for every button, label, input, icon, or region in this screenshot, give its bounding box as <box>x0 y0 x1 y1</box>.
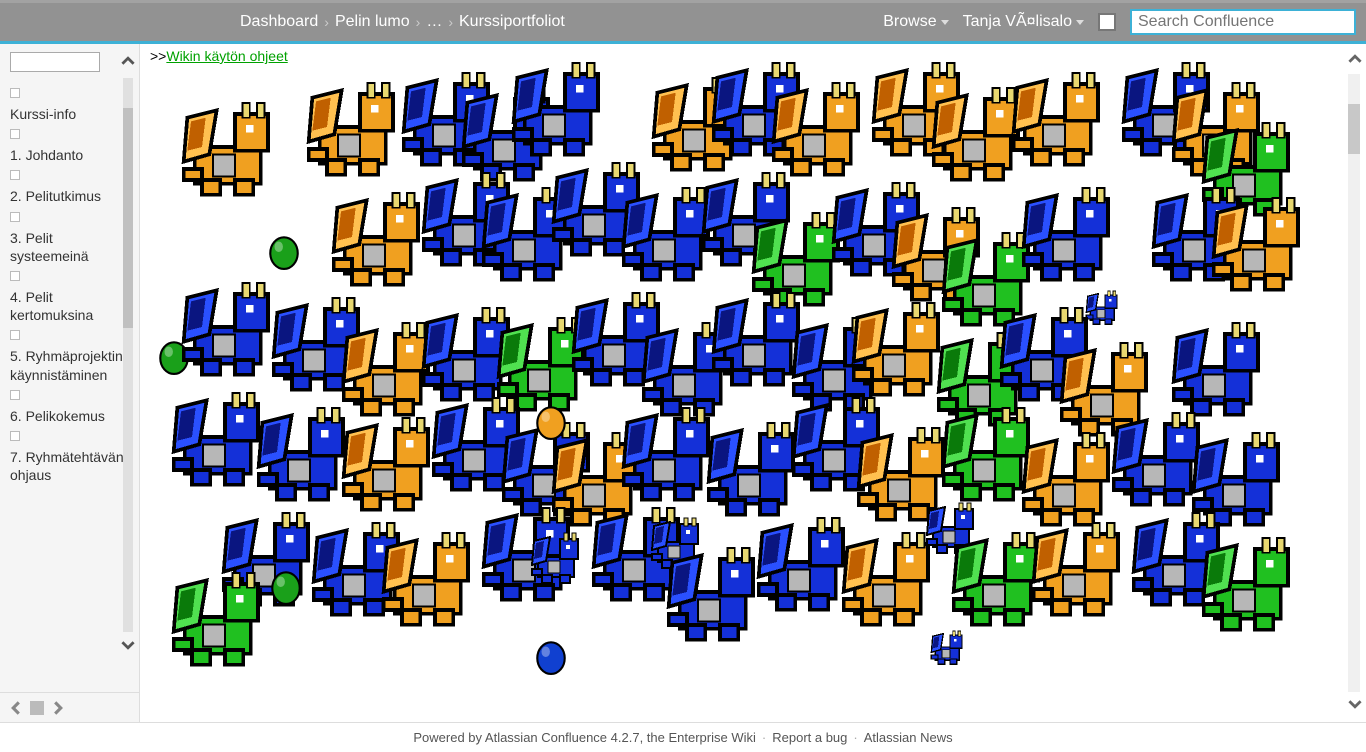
dragon-sprite[interactable] <box>1200 527 1310 637</box>
tree-toggle-icon[interactable] <box>10 390 20 400</box>
dragon-sprite[interactable] <box>170 562 280 672</box>
breadcrumb-ellipsis[interactable]: … <box>426 13 442 31</box>
sidebar-item: 2. Pelitutkimus <box>10 170 133 205</box>
sidebar-search-input[interactable] <box>10 52 100 72</box>
footer-powered-prefix: Powered by <box>413 730 485 745</box>
sidebar-item-link[interactable]: 7. Ryhmätehtävän ohjaus <box>10 448 133 484</box>
dragon-sprite[interactable] <box>305 72 415 182</box>
link-prefix: >> <box>150 48 166 64</box>
browse-label: Browse <box>883 13 936 31</box>
sidebar-items: Kurssi-info 1. Johdanto 2. Pelitutkimus 3. … <box>10 88 133 484</box>
topbar-right: Browse Tanja VÃ¤lisalo <box>883 9 1356 35</box>
footer-news-link[interactable]: Atlassian News <box>864 730 953 745</box>
dragon-sprite[interactable] <box>180 92 290 202</box>
chevron-right-icon: › <box>324 14 329 30</box>
browse-menu[interactable]: Browse <box>883 13 948 31</box>
search-input[interactable] <box>1130 9 1356 35</box>
history-back-button[interactable] <box>8 700 24 716</box>
breadcrumb-space[interactable]: Pelin lumo <box>335 13 410 31</box>
separator-dot: · <box>853 730 857 745</box>
sidebar-item-link[interactable]: 5. Ryhmäprojektin käynnistäminen <box>10 347 133 383</box>
sidebar-item-link[interactable]: 3. Pelit systeemeinä <box>10 229 133 265</box>
wiki-help-link[interactable]: Wikin käytön ohjeet <box>166 48 287 64</box>
chevron-right-icon: › <box>416 14 421 30</box>
breadcrumbs: Dashboard › Pelin lumo › … › Kurssiportf… <box>240 13 565 31</box>
chevron-down-icon <box>1076 20 1084 25</box>
sidebar-item: 4. Pelit kertomuksina <box>10 271 133 324</box>
sidebar-item: 1. Johdanto <box>10 129 133 164</box>
dragon-sprite[interactable] <box>380 522 490 632</box>
main-content: >>Wikin käytön ohjeet <box>140 44 1366 722</box>
sidebar-item-link[interactable]: 1. Johdanto <box>10 146 133 164</box>
breadcrumb-page[interactable]: Kurssiportfoliot <box>459 13 565 31</box>
scroll-down-icon[interactable] <box>121 638 135 652</box>
history-forward-button[interactable] <box>50 700 66 716</box>
scroll-down-icon[interactable] <box>1348 697 1362 714</box>
sidebar-item: 6. Pelikokemus <box>10 390 133 425</box>
dragon-egg-sprite[interactable] <box>270 567 302 605</box>
dragon-sprite[interactable] <box>1020 177 1130 287</box>
history-current-icon <box>30 701 44 715</box>
sidebar-footer <box>0 692 139 722</box>
dragon-sprite[interactable] <box>1210 187 1320 297</box>
sidebar-inner: Kurssi-info 1. Johdanto 2. Pelitutkimus 3. … <box>0 44 139 692</box>
footer-report-bug-link[interactable]: Report a bug <box>772 730 847 745</box>
sidebar-item: Kurssi-info <box>10 88 133 123</box>
dragon-sprite[interactable] <box>1030 512 1140 622</box>
sidebar-item: 7. Ryhmätehtävän ohjaus <box>10 431 133 484</box>
sidebar-item: 3. Pelit systeemeinä <box>10 212 133 265</box>
tree-toggle-icon[interactable] <box>10 271 20 281</box>
footer: Powered by Atlassian Confluence 4.2.7, t… <box>0 722 1366 752</box>
dragon-sprite[interactable] <box>930 627 970 667</box>
tree-toggle-icon[interactable] <box>10 129 20 139</box>
main-scrollbar[interactable] <box>1348 74 1360 692</box>
sidebar-item-link[interactable]: 6. Pelikokemus <box>10 407 133 425</box>
tree-toggle-icon[interactable] <box>10 212 20 222</box>
sidebar-item-link[interactable]: 2. Pelitutkimus <box>10 187 133 205</box>
footer-text: Powered by Atlassian Confluence 4.2.7, t… <box>413 730 756 745</box>
dragon-sprite[interactable] <box>510 52 620 162</box>
sidebar-item-link[interactable]: Kurssi-info <box>10 105 133 123</box>
chevron-right-icon: › <box>448 14 453 30</box>
dragon-egg-sprite[interactable] <box>268 232 300 270</box>
main: >>Wikin käytön ohjeet <box>140 44 1366 722</box>
footer-version: 4.2.7, the Enterprise Wiki <box>607 730 756 745</box>
tree-toggle-icon[interactable] <box>10 88 20 98</box>
tree-toggle-icon[interactable] <box>10 170 20 180</box>
topbar: Dashboard › Pelin lumo › … › Kurssiportf… <box>0 0 1366 44</box>
shell: Kurssi-info 1. Johdanto 2. Pelitutkimus 3. … <box>0 44 1366 722</box>
tree-toggle-icon[interactable] <box>10 330 20 340</box>
sidebar-item-link[interactable]: 4. Pelit kertomuksina <box>10 288 133 324</box>
breadcrumb-dashboard[interactable]: Dashboard <box>240 13 318 31</box>
sidebar: Kurssi-info 1. Johdanto 2. Pelitutkimus 3. … <box>0 44 140 722</box>
tools-icon[interactable] <box>1098 13 1116 31</box>
tree-toggle-icon[interactable] <box>10 431 20 441</box>
footer-product-link[interactable]: Atlassian Confluence <box>485 730 607 745</box>
sidebar-scrollbar[interactable] <box>123 78 133 632</box>
user-menu[interactable]: Tanja VÃ¤lisalo <box>963 13 1084 31</box>
user-label: Tanja VÃ¤lisalo <box>963 13 1072 31</box>
sidebar-item: 5. Ryhmäprojektin käynnistäminen <box>10 330 133 383</box>
dragon-sprite[interactable] <box>1010 62 1120 172</box>
scroll-up-icon[interactable] <box>1348 52 1362 69</box>
chevron-down-icon <box>941 20 949 25</box>
scroll-up-icon[interactable] <box>121 54 135 68</box>
dragon-sprite[interactable] <box>530 527 590 587</box>
dragon-canvas <box>150 82 1350 702</box>
dragon-egg-sprite[interactable] <box>535 637 567 675</box>
separator-dot: · <box>762 730 766 745</box>
